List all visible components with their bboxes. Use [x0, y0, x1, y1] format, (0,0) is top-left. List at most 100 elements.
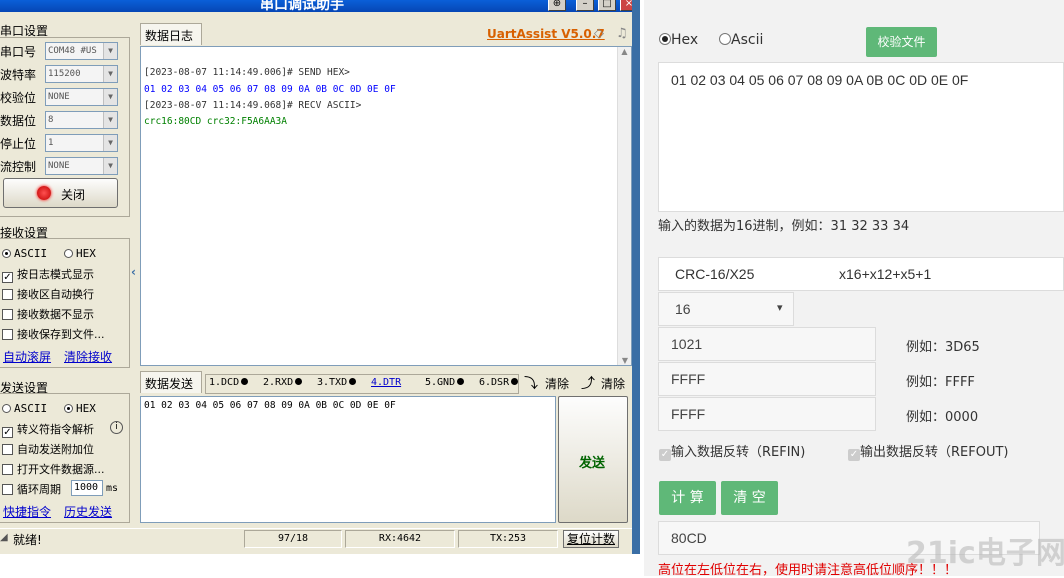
dropdown-arrow-icon[interactable]: ▼ [103, 158, 117, 174]
pin-dot-icon [241, 378, 249, 385]
xorout-input[interactable]: FFFF [658, 397, 876, 431]
log-line-recv-data: crc16:80CD crc32:F5A6AA3A [144, 116, 287, 127]
watermark-logo: 21ic电子网 [906, 536, 1064, 571]
recv-hex-radio[interactable]: HEX [64, 247, 96, 260]
send-input-text: 01 02 03 04 05 06 07 08 09 0A 0B 0C 0D 0… [144, 400, 396, 411]
poly-input[interactable]: 1021 [658, 327, 876, 361]
refout-checkbox[interactable]: ✓ 输出数据反转（REFOUT) [848, 441, 1009, 461]
recv-option-auto-wrap[interactable]: 接收区自动换行 [2, 286, 94, 302]
quick-commands-link[interactable]: 快捷指令 [3, 503, 51, 520]
init-input[interactable]: FFFF [658, 362, 876, 396]
send-option-append[interactable]: 自动发送附加位 [2, 441, 94, 457]
recv-ascii-radio[interactable]: ASCII [2, 247, 47, 260]
dropdown-arrow-icon[interactable]: ▼ [103, 135, 117, 151]
send-option-escape[interactable]: ✓ 转义符指令解析 [2, 421, 94, 438]
send-option-file-source[interactable]: 打开文件数据源... [2, 461, 105, 477]
dropdown-arrow-icon[interactable]: ▼ [103, 66, 117, 82]
tab-data-log[interactable]: 数据日志 [140, 23, 202, 45]
dropdown-arrow-icon[interactable]: ▼ [103, 112, 117, 128]
dropdown-arrow-icon[interactable]: ▼ [103, 43, 117, 59]
crc-data-input-text: 01 02 03 04 05 06 07 08 09 0A 0B 0C 0D 0… [671, 72, 969, 88]
serial-setting-label: 串口号 [0, 45, 37, 59]
dropdown-arrow-icon[interactable]: ▼ [103, 89, 117, 105]
close-port-label: 关闭 [61, 188, 86, 202]
serial-setting-combo[interactable]: 115200 ▼ [45, 65, 118, 83]
serial-setting-value: 8 [48, 115, 54, 125]
receive-log-area[interactable]: [2023-08-07 11:14:49.006]# SEND HEX> 01 … [140, 46, 632, 366]
xorout-example: 例如：0000 [906, 410, 979, 425]
result-value: 80CD [671, 530, 707, 546]
bell-icon[interactable]: ♫ [616, 26, 628, 41]
clear-receive-link[interactable]: 清除接收 [64, 348, 112, 365]
clear-send-button-1[interactable]: 清除 [545, 375, 569, 392]
pin-indicator: 5.GND [425, 377, 465, 388]
serial-setting-combo[interactable]: 8 ▼ [45, 111, 118, 129]
pin-indicator: 1.DCD [209, 377, 249, 388]
chevron-down-icon: ▾ [777, 302, 783, 314]
window-title: 串口调试助手 [260, 0, 344, 13]
hex-radio[interactable]: Hex [659, 32, 698, 48]
pin-indicator[interactable]: 4.DTR [371, 377, 401, 388]
pin-icon[interactable]: ⊕ [548, 0, 566, 11]
pin-indicator: 2.RXD [263, 377, 303, 388]
serial-setting-label: 流控制 [0, 160, 37, 174]
algorithm-select[interactable]: CRC-16/X25 x16+x12+x5+1 [658, 257, 1064, 291]
serial-setting-value: 1 [48, 138, 54, 148]
serial-setting-combo[interactable]: NONE ▼ [45, 157, 118, 175]
recv-option-save-file[interactable]: 接收保存到文件... [2, 326, 105, 342]
recv-option-hide-data[interactable]: 接收数据不显示 [2, 306, 94, 322]
init-example: 例如：FFFF [906, 375, 975, 390]
collapse-arrow-icon[interactable]: ‹ [131, 265, 139, 281]
calculate-button[interactable]: 计 算 [659, 481, 716, 515]
log-scrollbar[interactable]: ▲ ▼ [617, 47, 631, 365]
serial-setting-label: 校验位 [0, 91, 37, 105]
info-icon[interactable]: i [110, 421, 123, 434]
send-input[interactable]: 01 02 03 04 05 06 07 08 09 0A 0B 0C 0D 0… [140, 396, 556, 523]
tab-data-send-label: 数据发送 [145, 377, 194, 391]
send-option-cycle[interactable]: 循环周期 [2, 481, 61, 497]
crc-calculator: Hex Ascii 校验文件 01 02 03 04 05 06 07 08 0… [644, 0, 1064, 578]
tab-data-send[interactable]: 数据发送 [140, 371, 202, 393]
brand-link[interactable]: UartAssist V5.0.7 [487, 27, 605, 41]
serial-setting-label: 波特率 [0, 68, 37, 82]
send-hex-radio[interactable]: HEX [64, 402, 96, 415]
crc-data-input[interactable]: 01 02 03 04 05 06 07 08 09 0A 0B 0C 0D 0… [658, 62, 1064, 212]
diamond-icon[interactable]: ◇ [594, 26, 604, 41]
serial-setting-combo[interactable]: COM48 #US ▼ [45, 42, 118, 60]
clear-arrow-icon[interactable]: ⤵ [524, 373, 538, 393]
send-ascii-radio[interactable]: ASCII [2, 402, 47, 415]
pin-dot-icon [295, 378, 303, 385]
reset-count-button[interactable]: 复位计数 [563, 530, 619, 548]
pin-status-bar [205, 374, 519, 394]
pin-dot-icon [511, 378, 519, 385]
history-send-link[interactable]: 历史发送 [64, 503, 112, 520]
status-ready: 就绪! [13, 533, 42, 547]
ascii-radio[interactable]: Ascii [719, 32, 763, 48]
status-icon: ◢ [0, 532, 8, 543]
send-button[interactable]: 发送 [558, 396, 628, 523]
minimize-button[interactable]: – [576, 0, 594, 11]
close-port-button[interactable]: 关闭 [3, 178, 118, 208]
serial-setting-combo[interactable]: 1 ▼ [45, 134, 118, 152]
poly-example: 例如：3D65 [906, 340, 980, 355]
window-border [632, 0, 640, 554]
auto-scroll-link[interactable]: 自动滚屏 [3, 348, 51, 365]
input-hint: 输入的数据为16进制，例如：31 32 33 34 [658, 219, 910, 234]
port-status-icon [37, 186, 51, 200]
refin-checkbox[interactable]: ✓ 输入数据反转（REFIN) [659, 441, 805, 461]
pin-indicator: 6.DSR [479, 377, 519, 388]
clear-button[interactable]: 清 空 [721, 481, 778, 515]
log-line-recv-header: [2023-08-07 11:14:49.068]# RECV ASCII> [144, 100, 362, 111]
algorithm-name: CRC-16/X25 [675, 266, 755, 282]
clear-send-button-2[interactable]: 清除 [601, 375, 625, 392]
serial-setting-combo[interactable]: NONE ▼ [45, 88, 118, 106]
width-select[interactable]: 16 ▾ [658, 292, 794, 326]
serial-setting-value: NONE [48, 92, 70, 102]
recv-option-log-mode[interactable]: ✓ 按日志模式显示 [2, 266, 94, 283]
cycle-unit: ms [106, 483, 119, 494]
cycle-period-input[interactable]: 1000 [71, 480, 103, 496]
verify-file-button[interactable]: 校验文件 [866, 27, 937, 57]
maximize-button[interactable]: □ [598, 0, 616, 11]
serial-setting-label: 数据位 [0, 114, 37, 128]
clear-up-arrow-icon[interactable]: ⤴ [581, 373, 595, 393]
